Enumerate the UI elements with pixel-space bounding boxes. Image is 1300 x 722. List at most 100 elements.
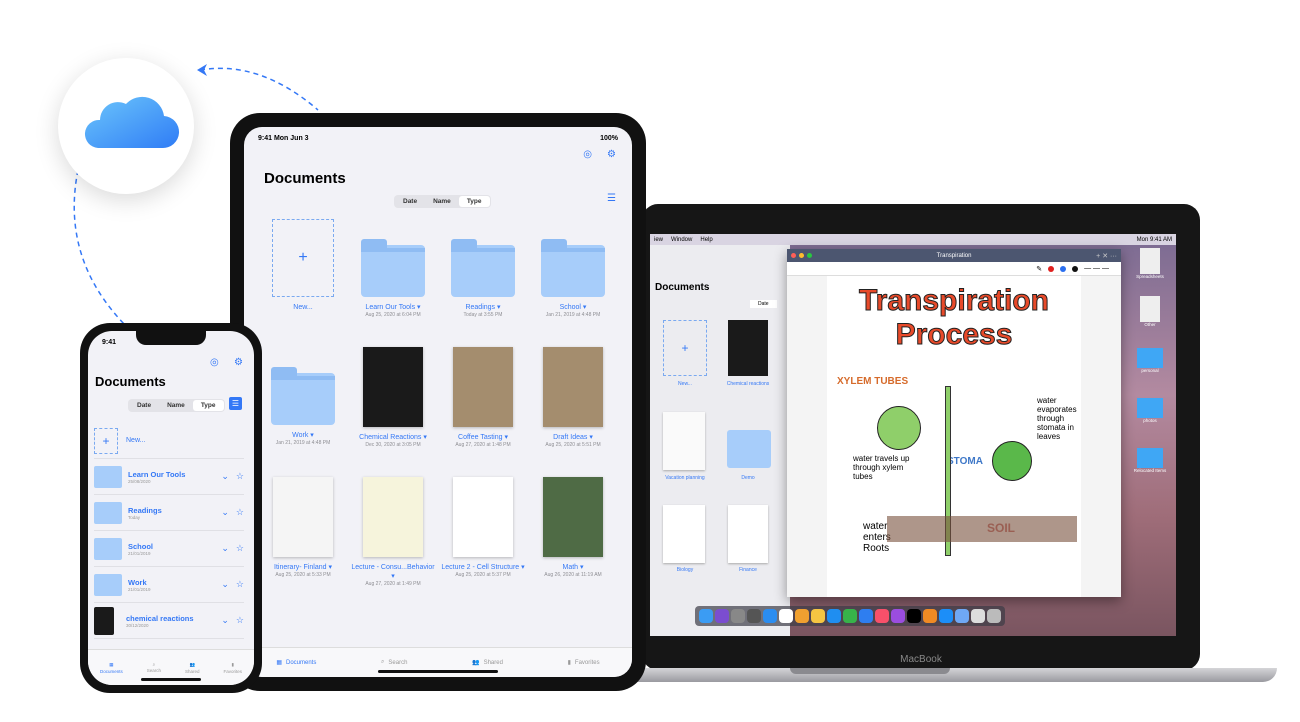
edge-icon[interactable] xyxy=(827,609,841,623)
document-tile[interactable]: Learn Our Tools ▾ Aug 25, 2020 at 6:04 PM xyxy=(349,219,437,319)
list-item[interactable]: Learn Our Tools 25/08/2020 ⌄ ☆ xyxy=(94,459,244,495)
tab-search[interactable]: ⌕ Search xyxy=(381,659,407,666)
sort-name[interactable]: Name xyxy=(159,400,193,411)
music-icon[interactable] xyxy=(875,609,889,623)
document-tile[interactable]: Lecture - Consu...Behavior ▾ Aug 27, 2020… xyxy=(349,477,437,588)
list-view-icon[interactable]: ☰ xyxy=(607,193,616,204)
mac-sort-date[interactable]: Date xyxy=(750,300,777,308)
pen-tool-icon[interactable]: ✎ xyxy=(1036,265,1042,273)
close-button[interactable] xyxy=(791,253,796,258)
numbers-icon[interactable] xyxy=(843,609,857,623)
folder-icon[interactable] xyxy=(451,239,515,297)
pages-icon[interactable] xyxy=(811,609,825,623)
chevron-down-icon[interactable]: ⌄ xyxy=(221,615,229,626)
trash-icon[interactable] xyxy=(987,609,1001,623)
mac-item-name[interactable]: Finance xyxy=(718,567,778,573)
mac-item-name[interactable]: Chemical reactions xyxy=(718,381,778,387)
tab-shared[interactable]: 👥 Shared xyxy=(472,659,503,667)
desktop-item[interactable]: Relocated Items xyxy=(1130,448,1170,473)
chevron-down-icon[interactable]: ⌄ xyxy=(221,507,229,518)
document-thumbnail[interactable] xyxy=(543,347,603,427)
color-black[interactable] xyxy=(1072,265,1079,272)
document-tile[interactable]: School ▾ Jan 21, 2019 at 4:48 PM xyxy=(529,219,617,319)
tv-icon[interactable] xyxy=(907,609,921,623)
sort-date[interactable]: Date xyxy=(395,196,425,207)
star-icon[interactable]: ☆ xyxy=(236,471,244,482)
tab-favorites[interactable]: ▮ Favorites xyxy=(223,662,242,674)
podcasts-icon[interactable] xyxy=(891,609,905,623)
tile-name[interactable]: Coffee Tasting ▾ xyxy=(439,433,527,442)
sort-name[interactable]: Name xyxy=(425,196,459,207)
document-tile[interactable]: Chemical Reactions ▾ Dec 30, 2020 at 3:05… xyxy=(349,347,437,449)
sort-type[interactable]: Type xyxy=(192,400,224,411)
tab-documents[interactable]: ▦ Documents xyxy=(276,659,316,667)
mac-item-name[interactable]: Vacation planning xyxy=(655,475,715,481)
mac-item-name[interactable]: Demo xyxy=(718,475,778,481)
sort-type[interactable]: Type xyxy=(458,196,490,207)
tab-search[interactable]: ⌕ Search xyxy=(147,662,161,673)
folder-icon[interactable] xyxy=(541,239,605,297)
list-view-icon[interactable]: ☰ xyxy=(229,397,242,410)
tile-name[interactable]: Readings ▾ xyxy=(439,303,527,312)
list-item[interactable]: chemical reactions 30/12/2020 ⌄ ☆ xyxy=(94,603,244,639)
safari-icon[interactable] xyxy=(763,609,777,623)
desktop-item[interactable]: Other xyxy=(1130,296,1170,327)
mac-item-thumb[interactable] xyxy=(728,505,768,563)
select-icon[interactable]: ◎ xyxy=(583,149,592,160)
color-blue[interactable] xyxy=(1060,265,1067,272)
tile-name[interactable]: Chemical Reactions ▾ xyxy=(349,433,437,442)
gear-icon[interactable]: ⚙ xyxy=(607,149,616,160)
calendar-icon[interactable] xyxy=(779,609,793,623)
plus-icon[interactable]: + xyxy=(94,427,118,454)
gear-icon[interactable]: ⚙ xyxy=(234,357,243,368)
document-thumbnail[interactable] xyxy=(453,347,513,427)
add-icon[interactable]: + ✕ ··· xyxy=(1096,252,1117,260)
tab-favorites[interactable]: ▮ Favorites xyxy=(568,659,600,667)
tile-name[interactable]: Lecture 2 - Cell Structure ▾ xyxy=(439,563,527,572)
keynote-icon[interactable] xyxy=(859,609,873,623)
siri-icon[interactable] xyxy=(715,609,729,623)
document-thumbnail[interactable] xyxy=(273,477,333,557)
appstore-icon[interactable] xyxy=(939,609,953,623)
notes-app-icon[interactable] xyxy=(955,609,969,623)
launchpad-icon[interactable] xyxy=(731,609,745,623)
mac-item-thumb[interactable] xyxy=(728,320,768,376)
tile-name[interactable]: Itinerary- Finland ▾ xyxy=(259,563,347,572)
tab-shared[interactable]: 👥 Shared xyxy=(185,662,200,674)
mac-new-button[interactable]: + xyxy=(663,320,707,376)
document-thumbnail[interactable] xyxy=(363,477,423,557)
finder-icon[interactable] xyxy=(699,609,713,623)
stroke-size-icon[interactable]: — — — xyxy=(1084,265,1109,272)
tile-name[interactable]: Draft Ideas ▾ xyxy=(529,433,617,442)
list-item[interactable]: Readings Today ⌄ ☆ xyxy=(94,495,244,531)
tab-documents[interactable]: ▦ Documents xyxy=(100,662,123,674)
document-thumbnail[interactable] xyxy=(543,477,603,557)
list-item[interactable]: Work 21/01/2019 ⌄ ☆ xyxy=(94,567,244,603)
chevron-down-icon[interactable]: ⌄ xyxy=(221,579,229,590)
folder-icon[interactable] xyxy=(361,239,425,297)
tile-name[interactable]: Work ▾ xyxy=(259,431,347,440)
select-icon[interactable]: ◎ xyxy=(210,357,219,368)
note-page[interactable]: Transpiration Process XYLEM TUBES STOMA … xyxy=(827,276,1081,597)
document-tile[interactable]: Itinerary- Finland ▾ Aug 25, 2020 at 5:33… xyxy=(259,477,347,579)
mac-item-name[interactable]: Biology xyxy=(655,567,715,573)
tile-name[interactable]: Lecture - Consu...Behavior ▾ xyxy=(349,563,437,581)
document-tile[interactable]: Readings ▾ Today at 3:55 PM xyxy=(439,219,527,319)
mac-item-thumb[interactable] xyxy=(663,412,705,470)
sort-date[interactable]: Date xyxy=(129,400,159,411)
document-thumbnail[interactable] xyxy=(453,477,513,557)
document-tile[interactable]: Lecture 2 - Cell Structure ▾ Aug 25, 2020… xyxy=(439,477,527,579)
zoom-button[interactable] xyxy=(807,253,812,258)
document-thumbnail[interactable] xyxy=(363,347,423,427)
plus-icon[interactable]: + xyxy=(272,219,334,297)
new-row[interactable]: + New... xyxy=(94,423,244,459)
minimize-button[interactable] xyxy=(799,253,804,258)
photos-icon[interactable] xyxy=(795,609,809,623)
tile-name[interactable]: Learn Our Tools ▾ xyxy=(349,303,437,312)
chevron-down-icon[interactable]: ⌄ xyxy=(221,543,229,554)
tile-name[interactable]: School ▾ xyxy=(529,303,617,312)
menu-help[interactable]: Help xyxy=(700,237,712,243)
star-icon[interactable]: ☆ xyxy=(236,507,244,518)
mac-folder-icon[interactable] xyxy=(727,430,771,468)
list-item[interactable]: School 21/01/2019 ⌄ ☆ xyxy=(94,531,244,567)
